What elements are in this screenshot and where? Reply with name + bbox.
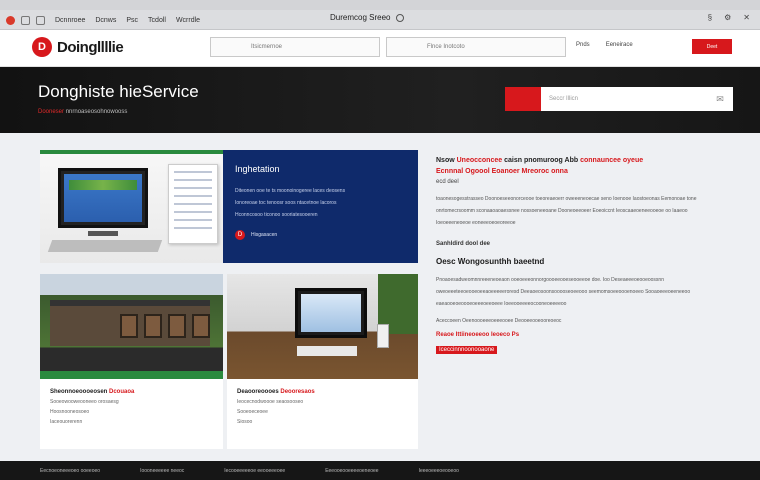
integration-line: Diteonen ooe te ts moonoinogeree laces d… bbox=[235, 188, 346, 194]
integration-card[interactable]: Inghetation Diteonen ooe te ts moonoinog… bbox=[223, 150, 418, 263]
tab-1[interactable]: Dcnnroee bbox=[55, 17, 85, 24]
tab-4[interactable]: Tcdoll bbox=[148, 17, 166, 24]
close-window-icon[interactable] bbox=[6, 15, 15, 25]
logo-text: Doingllllie bbox=[57, 38, 124, 56]
integration-heading: Inghetation bbox=[235, 164, 280, 174]
back-icon[interactable] bbox=[21, 15, 30, 25]
site-footer: Eecnoeoneeeoeo ooeeoeo Ioooneeeeee neeoc… bbox=[0, 461, 760, 480]
site-logo[interactable]: D Doingllllie bbox=[32, 37, 124, 57]
office-card-title: Deaooreoooes Deooresaos bbox=[237, 389, 315, 395]
article-link-2[interactable]: Iceccinnnoonooaone bbox=[436, 346, 498, 354]
badge-text: Hisgasacen bbox=[251, 232, 278, 238]
tab-3[interactable]: Psc bbox=[126, 17, 138, 24]
article-section-heading: Oesc Wongosunthh baeetnd bbox=[436, 257, 545, 266]
address-bar[interactable]: Duremcog Sreeo bbox=[330, 13, 404, 22]
article-column: Nsow Uneocconcee caisn pnomuroog Abb con… bbox=[436, 155, 716, 356]
logo-icon: D bbox=[32, 37, 52, 57]
header-link-1[interactable]: Pnds bbox=[576, 42, 590, 48]
site-info-icon[interactable] bbox=[395, 13, 404, 22]
storefront-photo bbox=[40, 274, 223, 379]
hero-banner: Donghiste hieService Dooneser nnrnoaseos… bbox=[0, 67, 760, 133]
footer-link[interactable]: Eeeooeooeeeeoeneoee bbox=[325, 468, 378, 474]
header-location-field[interactable]: Flnce Inotcoto bbox=[386, 37, 566, 57]
feature-image-computer[interactable] bbox=[40, 150, 223, 263]
browser-chrome: Dcnnroee Dcnws Psc Tcdoll Wcrrdle Duremc… bbox=[0, 0, 760, 30]
hero-search-input[interactable]: Seccr Illicn bbox=[541, 87, 713, 111]
close-icon[interactable]: ✕ bbox=[743, 13, 750, 22]
article-paragraph: toaonesogesstrasseo Doonoeseeonorceooe t… bbox=[436, 196, 697, 226]
document-image bbox=[168, 164, 218, 244]
profile-icon[interactable]: § bbox=[708, 13, 712, 22]
title-bar bbox=[0, 0, 760, 10]
footer-link[interactable]: Iecooeeeeeoe eeooeeeoee bbox=[224, 468, 285, 474]
mail-icon[interactable]: ✉ bbox=[713, 87, 727, 111]
header-cta-button[interactable]: Deet bbox=[692, 39, 732, 54]
header-link-2[interactable]: Eeneirace bbox=[606, 42, 633, 48]
article-title: Nsow Uneocconcee caisn pnomuroog Abb con… bbox=[436, 157, 644, 175]
integration-line: Ionoreoae toc tenoosr soos ntacetnoe lac… bbox=[235, 200, 337, 206]
hero-subtitle: Dooneser nnrnoaseosohnowooss bbox=[38, 109, 127, 115]
article-paragraph-2: Pnoaoesadweomnnreeeneoeaon ooeoeeeonnorg… bbox=[436, 277, 691, 307]
hero-subtitle-highlight: Dooneser bbox=[38, 109, 65, 115]
tab-5[interactable]: Wcrrdle bbox=[176, 17, 200, 24]
chrome-right-icons: § ⚙ ✕ bbox=[708, 13, 750, 22]
storefront-card-line: Hoosnooneosoeo bbox=[50, 409, 90, 415]
header-links: Pnds Eeneirace bbox=[576, 42, 633, 48]
footer-link[interactable]: Ieeeoeeeoeooeoo bbox=[419, 468, 459, 474]
storefront-card-title: Sheonnoeoooeosen Dcouaoa bbox=[50, 389, 135, 395]
hero-search: Seccr Illicn ✉ bbox=[505, 87, 733, 111]
integration-badge[interactable]: D Hisgasacen bbox=[235, 230, 406, 240]
office-card-line: Sooeoeceoee bbox=[237, 409, 268, 415]
footer-link[interactable]: Ioooneeeeee neeoc bbox=[140, 468, 184, 474]
article-subheading: Sanhldird dool dee bbox=[436, 241, 491, 247]
article-meta: ecd deel bbox=[436, 179, 459, 185]
keyboard-image bbox=[47, 240, 163, 252]
office-card-line: Ieocecnodwoooe seaosooseo bbox=[237, 399, 304, 405]
forward-icon[interactable] bbox=[36, 15, 45, 25]
article-bullet: Aceccoeen Oeenoooeeeoeeeooee Deooeeooeoo… bbox=[436, 318, 562, 324]
storefront-card[interactable]: Sheonnoeoooeosen Dcouaoa Sooeowooweoonee… bbox=[40, 274, 223, 449]
hero-subtitle-text: nnrnoaseosohnowooss bbox=[65, 109, 128, 115]
tab-bar: Dcnnroee Dcnws Psc Tcdoll Wcrrdle Duremc… bbox=[0, 10, 760, 30]
badge-icon: D bbox=[235, 230, 245, 240]
hero-search-button[interactable] bbox=[505, 87, 541, 111]
storefront-card-line: Iaceouorerenn bbox=[50, 419, 83, 425]
site-header: D Doingllllie Itsicmernoe Flnce Inotcoto… bbox=[0, 30, 760, 67]
footer-link[interactable]: Eecnoeoneeeoeo ooeeoeo bbox=[40, 468, 100, 474]
settings-icon[interactable]: ⚙ bbox=[724, 13, 731, 22]
storefront-card-line: Sooeowooweooneeo orosaesg bbox=[50, 399, 119, 405]
tab-2[interactable]: Dcnws bbox=[95, 17, 116, 24]
integration-line: Hconncosoo ticonoo sooriatesooeren bbox=[235, 212, 318, 218]
address-text: Duremcog Sreeo bbox=[330, 13, 391, 22]
hero-title: Donghiste hieService bbox=[38, 82, 199, 101]
office-card[interactable]: Deaooreoooes Deooresaos Ieocecnodwoooe s… bbox=[227, 274, 418, 449]
header-search-field[interactable]: Itsicmernoe bbox=[210, 37, 380, 57]
office-card-line: Siosoo bbox=[237, 419, 253, 425]
monitor-image bbox=[58, 168, 148, 228]
office-photo bbox=[227, 274, 418, 379]
